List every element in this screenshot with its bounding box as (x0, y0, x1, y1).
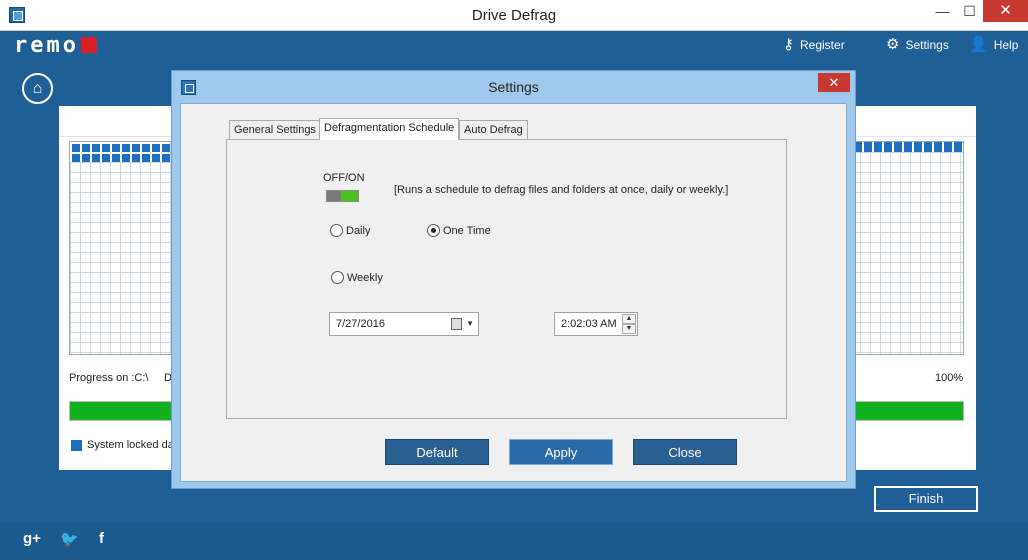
close-button[interactable]: Close (633, 439, 737, 465)
register-link[interactable]: ⚷ Register (783, 36, 845, 53)
window-close-button[interactable]: ✕ (983, 0, 1028, 22)
default-button[interactable]: Default (385, 439, 489, 465)
twitter-icon[interactable]: 🐦 (60, 530, 79, 548)
dialog-close-button[interactable]: ✕ (818, 73, 850, 92)
schedule-tab-panel: OFF/ON [Runs a schedule to defrag files … (226, 139, 787, 419)
dialog-title: Settings (488, 79, 539, 95)
calendar-icon[interactable] (451, 318, 462, 330)
footer-bar: g+ 🐦 f (0, 522, 1028, 560)
home-icon: ⌂ (32, 80, 43, 97)
radio-one-time[interactable]: One Time (427, 224, 491, 237)
tab-auto-defrag[interactable]: Auto Defrag (459, 120, 528, 140)
minimize-button[interactable]: — (929, 0, 956, 22)
window-title: Drive Defrag (471, 7, 557, 24)
help-link[interactable]: 👤 Help (969, 36, 1018, 53)
finish-button[interactable]: Finish (874, 486, 978, 512)
facebook-icon[interactable]: f (99, 530, 104, 547)
home-button[interactable]: ⌂ (22, 73, 53, 104)
progress-percent: 100% (935, 372, 964, 384)
settings-dialog: Settings ✕ General Settings Defragmentat… (171, 70, 856, 489)
window-title-bar: Drive Defrag — ☐ ✕ (0, 0, 1028, 31)
tab-defragmentation-schedule[interactable]: Defragmentation Schedule (319, 118, 460, 140)
offon-label: OFF/ON (323, 172, 365, 184)
progress-label: Progress on :C:\ (69, 372, 149, 384)
remo-logo: remo (14, 35, 97, 57)
gear-icon: ⚙ (886, 36, 900, 53)
google-plus-icon[interactable]: g+ (23, 530, 41, 547)
used-clusters-left (70, 142, 170, 162)
radio-daily[interactable]: Daily (330, 224, 370, 237)
apply-button[interactable]: Apply (509, 439, 613, 465)
schedule-toggle[interactable] (326, 190, 359, 202)
settings-link[interactable]: ⚙ Settings (886, 36, 949, 53)
dialog-title-bar: Settings ✕ (172, 71, 855, 103)
legend-label: System locked da (87, 439, 174, 451)
key-icon: ⚷ (783, 36, 794, 53)
chevron-down-icon[interactable]: ▼ (466, 313, 474, 335)
tab-general-settings[interactable]: General Settings (229, 120, 321, 140)
schedule-description: [Runs a schedule to defrag files and fol… (394, 184, 729, 196)
legend-swatch (71, 440, 82, 451)
spin-up-icon[interactable]: ▲ (622, 314, 636, 324)
app-header: remo ⚷ Register ⚙ Settings 👤 Help (0, 31, 1028, 61)
time-picker[interactable]: 2:02:03 AM ▲ ▼ (554, 312, 638, 336)
radio-weekly[interactable]: Weekly (331, 271, 383, 284)
maximize-button[interactable]: ☐ (956, 0, 983, 22)
user-icon: 👤 (969, 36, 988, 53)
dialog-body: General Settings Defragmentation Schedul… (180, 103, 847, 482)
spin-down-icon[interactable]: ▼ (622, 324, 636, 334)
date-picker[interactable]: 7/27/2016 ▼ (329, 312, 479, 336)
used-clusters-right (852, 142, 962, 152)
